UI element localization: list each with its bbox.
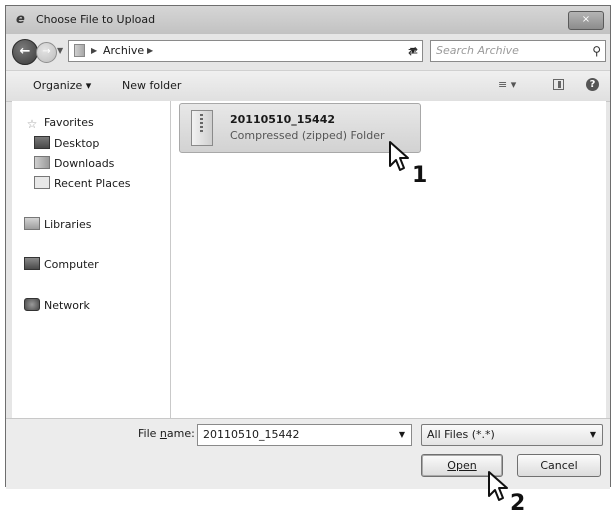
star-icon: ☆ xyxy=(26,117,38,131)
sidebar-item-computer[interactable]: Computer xyxy=(24,257,99,272)
filename-label: File name: xyxy=(138,427,195,440)
refresh-icon[interactable]: ⇄ xyxy=(402,40,424,62)
sidebar-item-label: Favorites xyxy=(44,116,94,129)
preview-pane-icon[interactable] xyxy=(553,79,564,90)
folder-icon xyxy=(74,44,85,57)
step-1-callout: 1 xyxy=(412,163,428,188)
file-dialog: e Choose File to Upload × ← → ▼ ▶ Archiv… xyxy=(5,5,611,489)
sidebar-item-label: Libraries xyxy=(44,218,92,231)
libraries-icon xyxy=(24,217,40,230)
sidebar-item-label: Downloads xyxy=(54,157,115,170)
browser-icon: e xyxy=(16,12,25,27)
sidebar-item-favorites[interactable]: ☆ Favorites xyxy=(24,116,94,131)
pointer-cursor-icon xyxy=(488,471,508,501)
computer-icon xyxy=(24,257,40,270)
sidebar-item-downloads[interactable]: Downloads xyxy=(34,156,114,171)
desktop-icon xyxy=(34,136,50,149)
organize-menu[interactable]: Organize ▾ xyxy=(33,79,91,92)
navigation-row: ← → ▼ ▶ Archive ▶ ▼ ⇄ Search Archive ⚲ xyxy=(6,34,610,70)
sidebar-item-libraries[interactable]: Libraries xyxy=(24,217,92,232)
title-bar: e Choose File to Upload × xyxy=(6,6,610,34)
breadcrumb-archive[interactable]: Archive xyxy=(103,44,144,58)
forward-button[interactable]: → xyxy=(36,42,57,63)
chevron-down-icon[interactable]: ▼ xyxy=(399,429,405,441)
downloads-icon xyxy=(34,156,50,169)
help-icon[interactable]: ? xyxy=(586,78,599,91)
sidebar-item-label: Recent Places xyxy=(54,177,131,190)
file-name: 20110510_15442 xyxy=(230,113,335,126)
change-view-icon[interactable]: ≡ ▾ xyxy=(498,78,516,91)
sidebar-item-label: Network xyxy=(44,299,90,312)
cancel-button[interactable]: Cancel xyxy=(517,454,601,477)
file-type: Compressed (zipped) Folder xyxy=(230,129,385,142)
recent-places-icon xyxy=(34,176,50,189)
sidebar-item-label: Computer xyxy=(44,258,99,271)
breadcrumb-separator-icon[interactable]: ▶ xyxy=(147,44,153,58)
pointer-cursor-icon xyxy=(389,141,409,171)
filename-value: 20110510_15442 xyxy=(203,428,300,441)
address-bar[interactable]: ▶ Archive ▶ ▼ xyxy=(68,40,423,62)
file-type-select[interactable]: All Files (*.*) ▼ xyxy=(421,424,603,446)
command-bar: Organize ▾ New folder ≡ ▾ ? xyxy=(6,70,610,102)
step-2-callout: 2 xyxy=(510,491,526,516)
breadcrumb-separator-icon[interactable]: ▶ xyxy=(91,44,97,58)
chevron-down-icon[interactable]: ▼ xyxy=(590,429,596,441)
search-icon[interactable]: ⚲ xyxy=(592,42,601,60)
sidebar-item-label: Desktop xyxy=(54,137,100,150)
network-icon xyxy=(24,298,40,311)
file-type-value: All Files (*.*) xyxy=(427,428,495,441)
close-button[interactable]: × xyxy=(568,11,604,30)
recent-pages-dropdown-icon[interactable]: ▼ xyxy=(57,46,63,55)
sidebar-item-network[interactable]: Network xyxy=(24,298,90,313)
back-button[interactable]: ← xyxy=(12,39,38,65)
file-item-zip[interactable]: 20110510_15442 Compressed (zipped) Folde… xyxy=(179,103,421,153)
zip-folder-icon xyxy=(191,110,213,146)
navigation-pane: ☆ Favorites Desktop Downloads Recent Plac… xyxy=(12,101,171,418)
window-title: Choose File to Upload xyxy=(36,13,156,26)
search-placeholder: Search Archive xyxy=(436,44,519,57)
search-box[interactable]: Search Archive ⚲ xyxy=(430,40,606,62)
filename-input[interactable]: 20110510_15442 ▼ xyxy=(197,424,412,446)
sidebar-item-recent-places[interactable]: Recent Places xyxy=(34,176,131,191)
new-folder-button[interactable]: New folder xyxy=(122,79,181,92)
sidebar-item-desktop[interactable]: Desktop xyxy=(34,136,99,151)
